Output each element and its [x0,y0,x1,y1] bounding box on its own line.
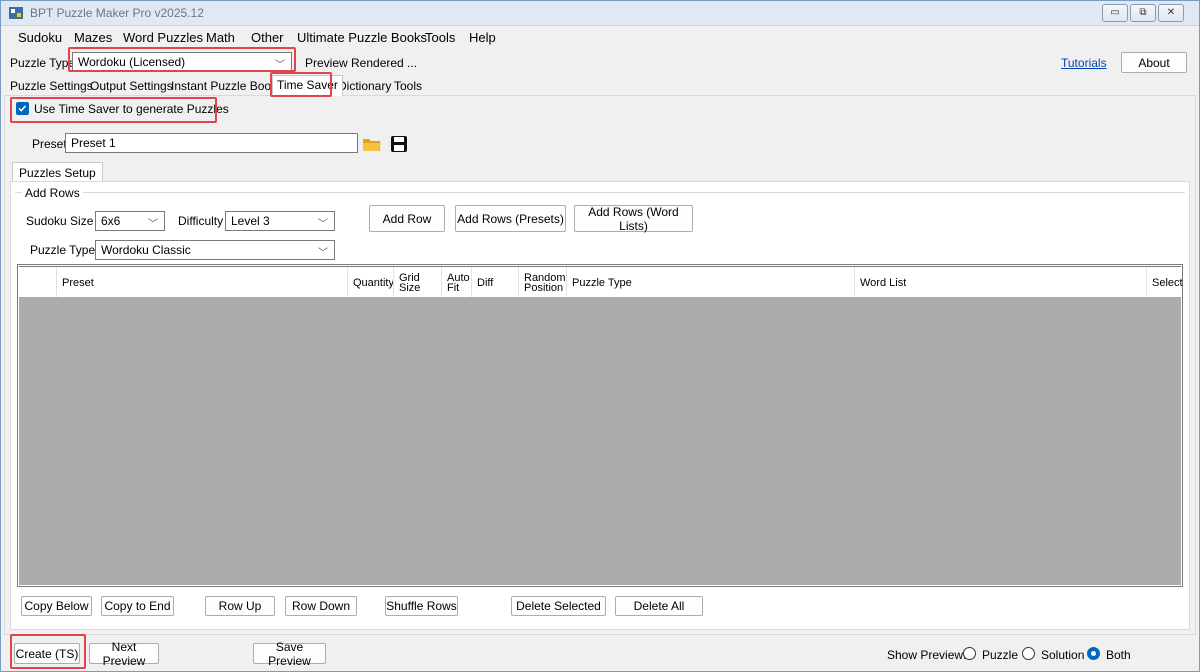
grid-header: Preset Quantity Grid Size Auto Fit Diff … [19,266,1183,298]
menu-word-puzzles[interactable]: Word Puzzles [123,30,203,45]
menu-help[interactable]: Help [469,30,496,45]
column-header-grid-size[interactable]: Grid Size [393,267,441,298]
radio-both-label[interactable]: Both [1106,648,1131,662]
delete-selected-button[interactable]: Delete Selected [511,596,606,616]
column-header-quantity[interactable]: Quantity [347,267,394,298]
sudoku-size-select[interactable]: 6x6 ﹀ [95,211,165,231]
app-icon [9,7,23,19]
menu-other[interactable]: Other [251,30,284,45]
tab-puzzle-settings[interactable]: Puzzle Settings [6,77,97,95]
add-rows-group-label: Add Rows [22,186,83,200]
column-header-word-list[interactable]: Word List [854,267,1146,298]
chevron-down-icon: ﹀ [318,248,328,259]
puzzle-type-value: Wordoku (Licensed) [78,55,186,69]
shuffle-rows-button[interactable]: Shuffle Rows [385,596,458,616]
add-rows-word-lists-button[interactable]: Add Rows (Word Lists) [574,205,693,233]
difficulty-value: Level 3 [231,214,270,228]
sudoku-size-value: 6x6 [101,214,121,228]
column-header-select[interactable]: Select [1146,267,1183,298]
grid-body[interactable] [19,297,1181,585]
tab-time-saver[interactable]: Time Saver [272,75,343,96]
next-preview-button[interactable]: Next Preview [89,640,159,668]
sudoku-size-label: Sudoku Size [26,214,94,228]
menu-math[interactable]: Math [206,30,235,45]
column-header-puzzle-type[interactable]: Puzzle Type [566,267,854,298]
difficulty-label: Difficulty [178,214,224,228]
copy-to-end-button[interactable]: Copy to End [101,596,174,616]
puzzle-type-row-label: Puzzle Type [30,243,96,257]
create-ts-button[interactable]: Create (TS) [14,643,80,664]
add-rows-presets-button[interactable]: Add Rows (Presets) [455,205,566,232]
radio-puzzle[interactable] [963,647,976,660]
puzzle-type-row-value: Wordoku Classic [101,243,191,257]
radio-puzzle-label[interactable]: Puzzle [982,648,1018,662]
difficulty-select[interactable]: Level 3 ﹀ [225,211,335,231]
tab-instant-puzzle-books[interactable]: Instant Puzzle Books [167,77,287,95]
chevron-down-icon: ﹀ [148,219,158,230]
title-bar: BPT Puzzle Maker Pro v2025.12 ▭ ⧉ ✕ [0,0,1200,26]
add-row-button[interactable]: Add Row [369,205,445,232]
column-header-row-selector[interactable] [19,267,56,298]
puzzle-type-row-select[interactable]: Wordoku Classic ﹀ [95,240,335,260]
menu-sudoku[interactable]: Sudoku [18,30,62,45]
preset-input[interactable]: Preset 1 [65,133,358,153]
radio-solution[interactable] [1022,647,1035,660]
column-header-auto-fit[interactable]: Auto Fit [441,267,471,298]
save-icon[interactable] [389,134,409,154]
tab-output-settings[interactable]: Output Settings [86,77,177,95]
delete-all-button[interactable]: Delete All [615,596,703,616]
minimize-button[interactable]: ▭ [1102,4,1128,22]
show-preview-label: Show Preview: [887,648,967,662]
column-header-diff[interactable]: Diff [471,267,518,298]
row-down-button[interactable]: Row Down [285,596,357,616]
restore-button[interactable]: ⧉ [1130,4,1156,22]
menu-tools[interactable]: Tools [425,30,455,45]
puzzle-type-label: Puzzle Type [10,56,76,70]
menu-ultimate-puzzle-books[interactable]: Ultimate Puzzle Books [297,30,427,45]
use-time-saver-checkbox[interactable] [16,102,29,115]
chevron-down-icon: ﹀ [318,219,328,230]
tab-puzzles-setup[interactable]: Puzzles Setup [12,162,103,182]
row-up-button[interactable]: Row Up [205,596,275,616]
save-preview-button[interactable]: Save Preview [253,640,326,668]
copy-below-button[interactable]: Copy Below [21,596,92,616]
column-header-random-position[interactable]: Random Position [518,267,566,298]
window-title: BPT Puzzle Maker Pro v2025.12 [30,6,204,20]
tutorials-link[interactable]: Tutorials [1061,56,1107,70]
radio-solution-label[interactable]: Solution [1041,648,1084,662]
preset-label: Preset [32,137,67,151]
check-icon [18,105,27,112]
use-time-saver-label[interactable]: Use Time Saver to generate Puzzles [34,102,229,116]
tab-tools[interactable]: Tools [390,77,426,95]
close-button[interactable]: ✕ [1158,4,1184,22]
preview-status: Preview Rendered ... [305,56,418,70]
preset-value: Preset 1 [71,136,116,150]
puzzle-type-select[interactable]: Wordoku (Licensed) ﹀ [72,52,292,72]
open-folder-icon[interactable] [362,134,382,154]
chevron-down-icon: ﹀ [275,60,285,71]
column-header-preset[interactable]: Preset [56,267,347,298]
menu-mazes[interactable]: Mazes [74,30,112,45]
about-button[interactable]: About [1121,52,1187,73]
tab-dictionary[interactable]: Dictionary [334,77,395,95]
radio-both[interactable] [1087,647,1100,660]
